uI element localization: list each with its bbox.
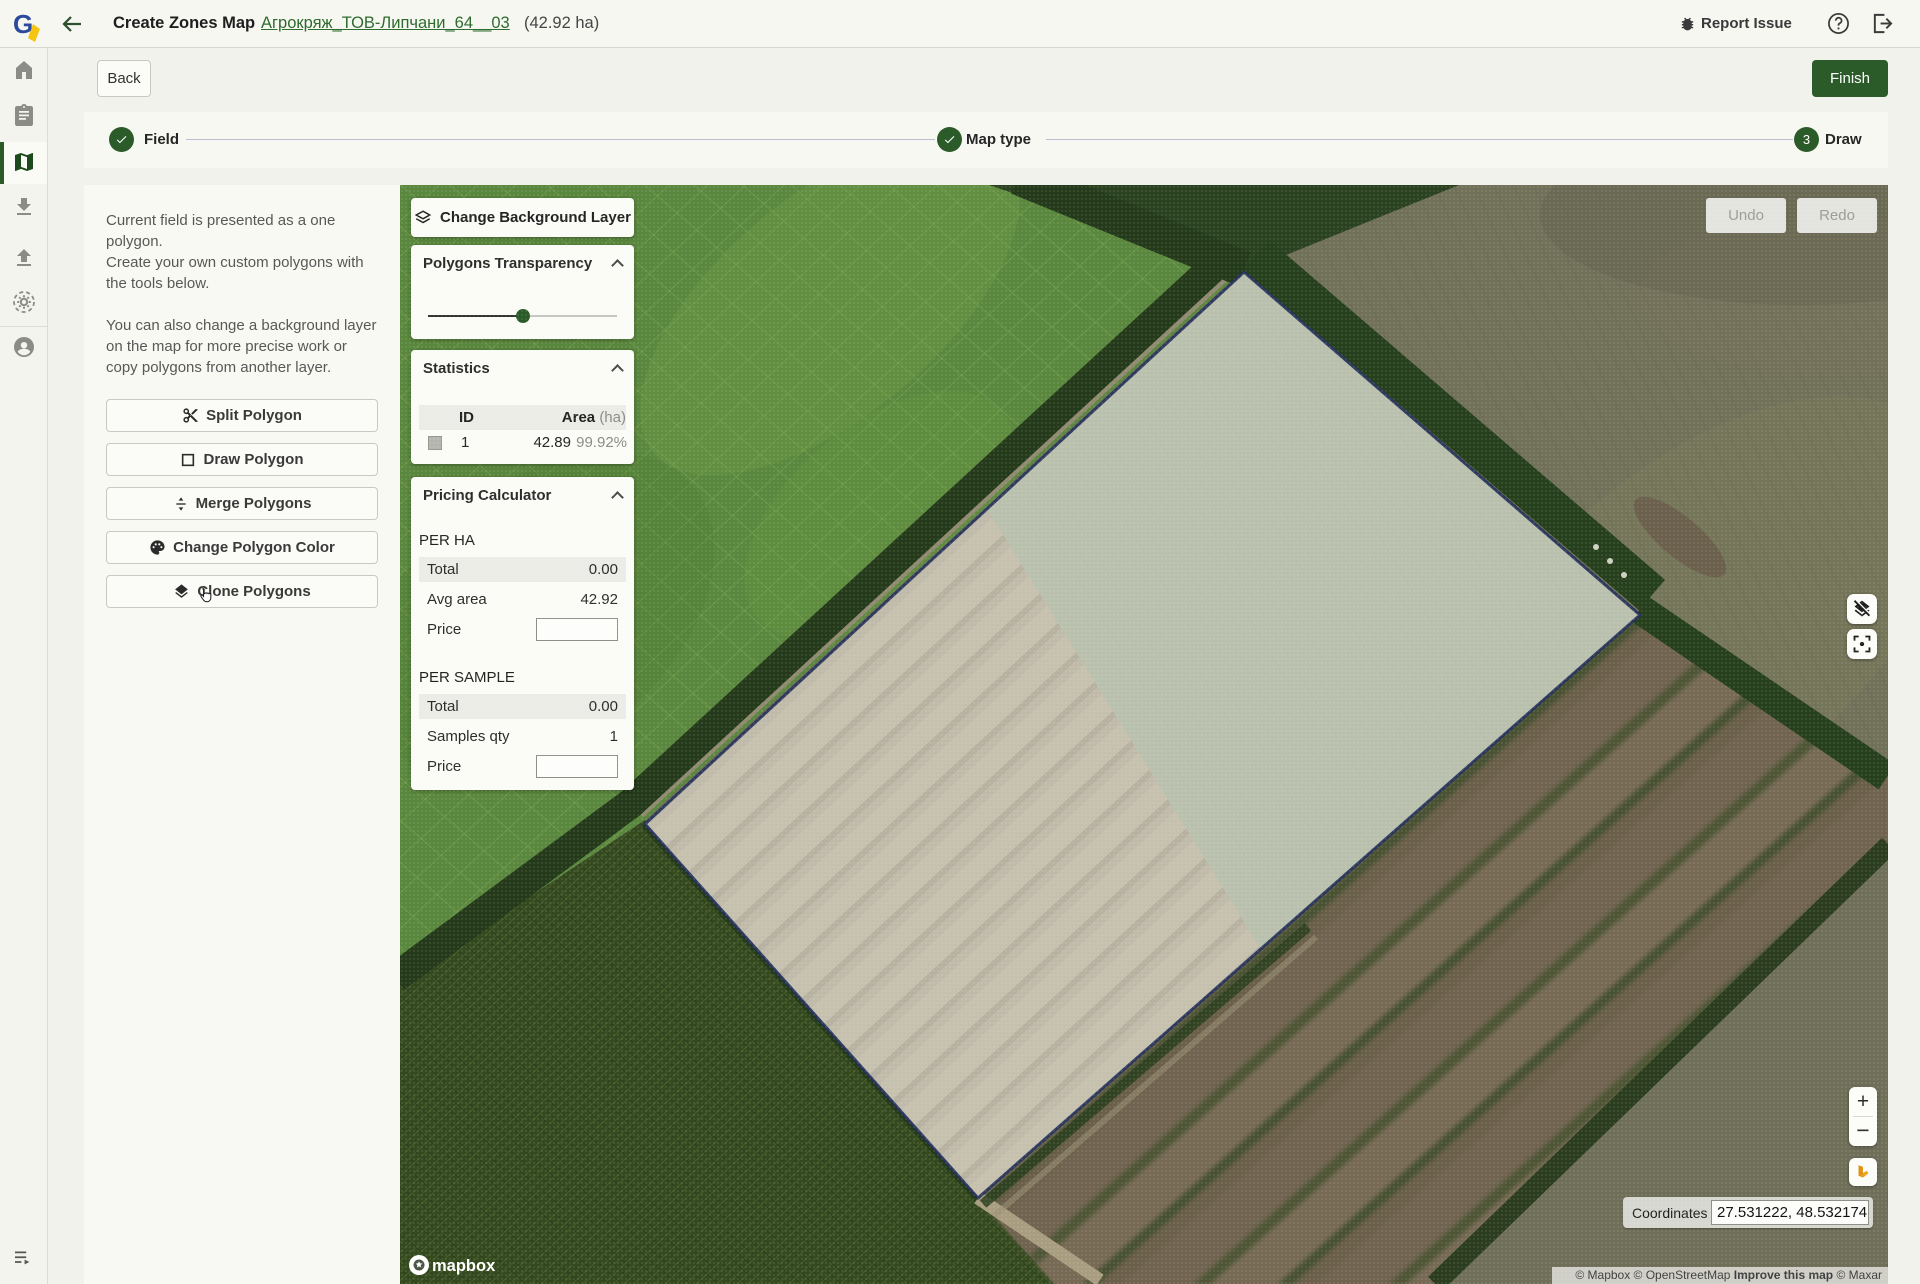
svg-text:mapbox: mapbox (432, 1257, 496, 1275)
